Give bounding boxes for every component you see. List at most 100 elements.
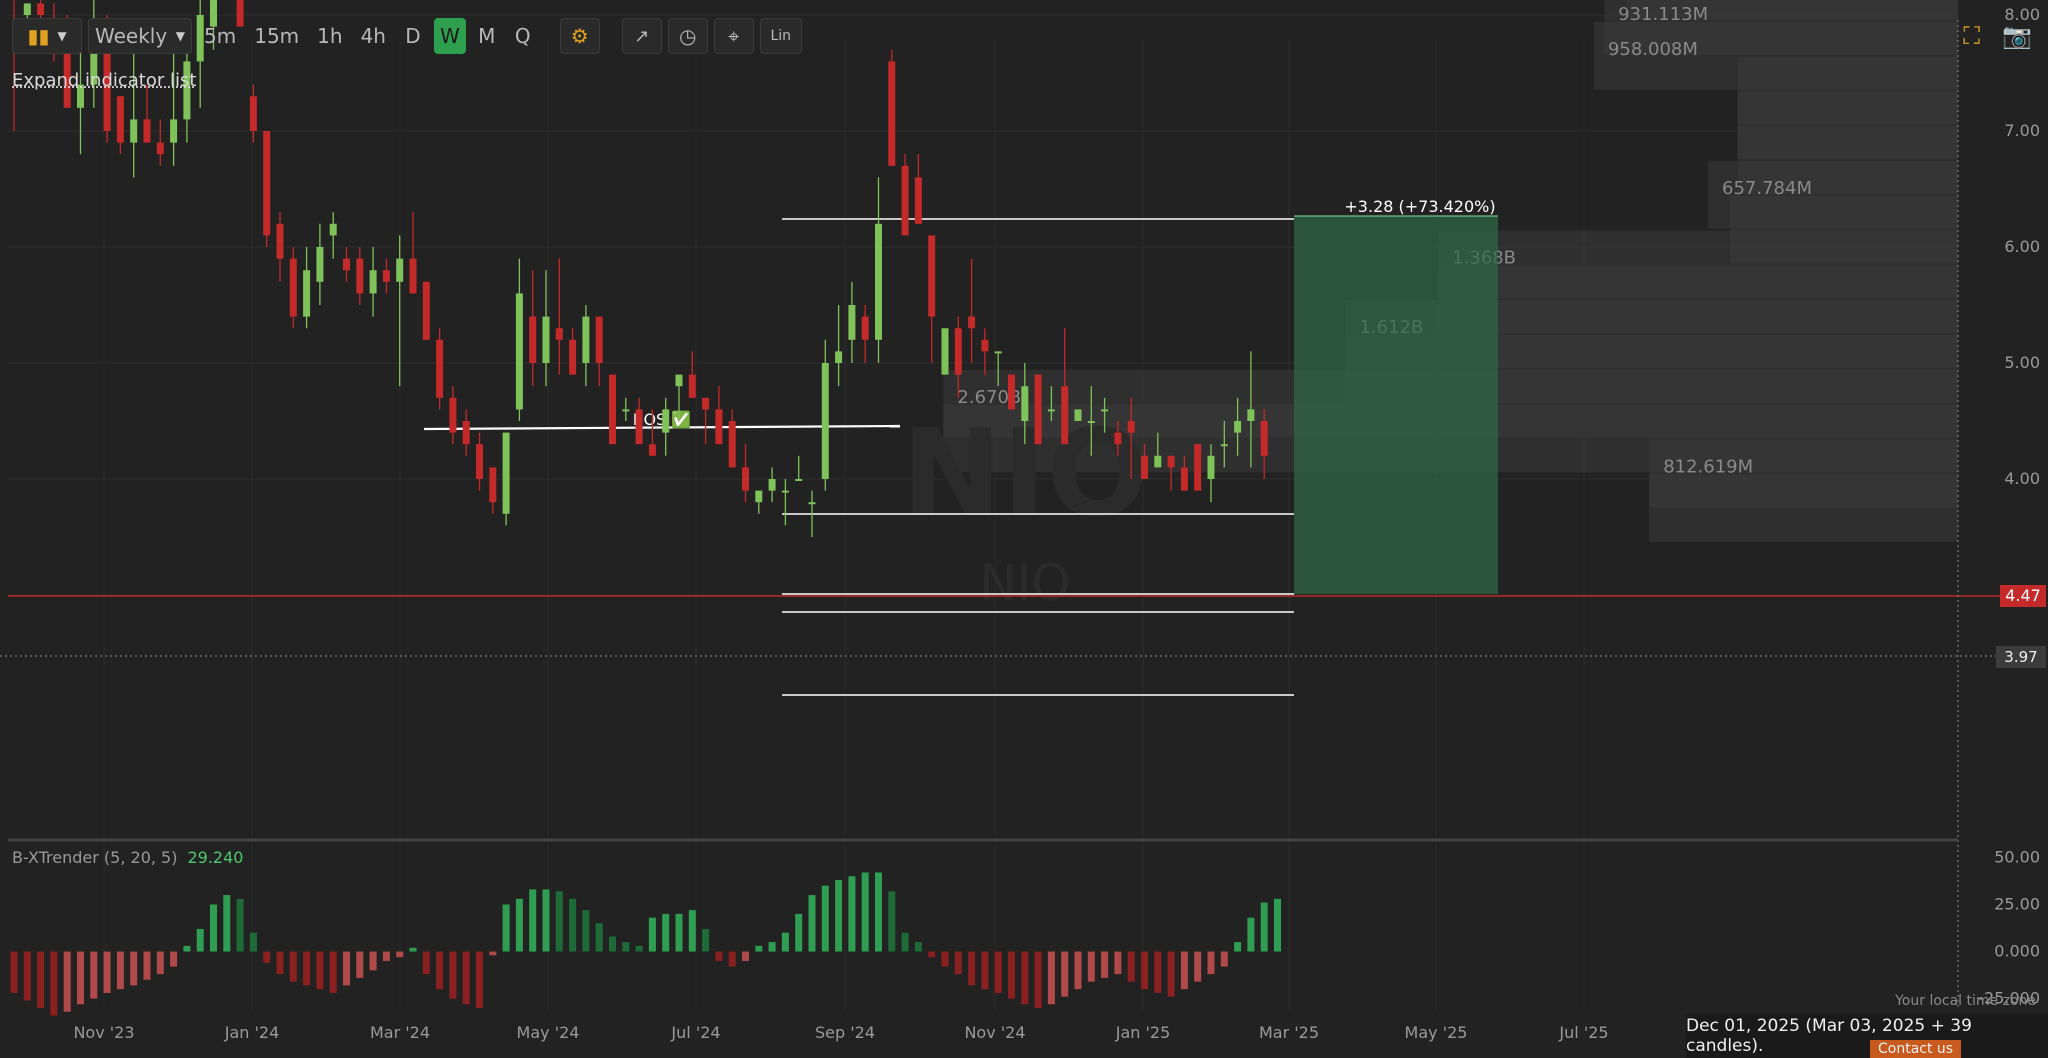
indicator-bar [1114, 951, 1122, 975]
camera-icon[interactable]: 📷 [2002, 22, 2032, 50]
indicator-bar [728, 951, 736, 967]
indicator-bar [555, 891, 563, 952]
fullscreen-icon[interactable]: ⛶ [1963, 22, 1980, 50]
expand-indicator-list-link[interactable]: Expand indicator list [12, 70, 196, 91]
indicator-bar [223, 895, 231, 952]
timeframe-weekly[interactable]: W [433, 18, 466, 54]
indicator-bar [542, 889, 550, 952]
candle-body [529, 316, 537, 363]
time-axis[interactable]: Nov '23 Jan '24 Mar '24 May '24 Jul '24 Sep '… [73, 1023, 1608, 1042]
contact-us-button[interactable]: Contact us [1870, 1040, 1962, 1058]
indicator-bar [449, 951, 457, 999]
indicator-bar [103, 951, 111, 993]
price-tick-label: 7.00 [2004, 121, 2040, 140]
timeframe-quarterly[interactable]: Q [508, 18, 538, 54]
candle-body [476, 444, 483, 479]
settings-button[interactable]: ⚙ [559, 18, 600, 54]
crosshair-button[interactable]: ⌖ [713, 18, 754, 54]
indicator-bar [582, 910, 590, 952]
indicator-bar [1141, 951, 1148, 990]
candle-body [1008, 374, 1015, 410]
candle-body [396, 258, 404, 282]
indicator-bar [781, 932, 789, 952]
indicator-name: B-XTrender (5, 20, 5) [12, 848, 178, 867]
candle-body [37, 3, 45, 16]
interval-select[interactable]: Weekly ▼ [88, 18, 192, 54]
candle-body [436, 339, 444, 398]
indicator-bar [609, 936, 616, 952]
indicator-bar [715, 951, 723, 961]
indicator-bar [210, 904, 217, 952]
indicator-bar [688, 910, 696, 952]
indicator-bar [1008, 951, 1015, 999]
indicator-bar [928, 951, 936, 958]
candle-body [515, 293, 523, 410]
candle-body [249, 96, 257, 131]
timeframe-daily[interactable]: D [398, 18, 428, 54]
candle-body [968, 316, 976, 329]
replay-button[interactable]: ◷ [667, 18, 708, 54]
crosshair-icon: ⌖ [728, 24, 740, 48]
crosshair-price-tag-text: 3.97 [2004, 648, 2037, 666]
measure-box[interactable] [1294, 216, 1498, 594]
candle-body [595, 316, 603, 363]
candle-body [1167, 455, 1175, 468]
indicator-bar [595, 923, 603, 952]
indicator-bar [382, 951, 390, 961]
candle-body [276, 223, 284, 259]
candle-body [1180, 467, 1188, 491]
indicator-bar [1260, 902, 1268, 952]
indicators-button[interactable]: ↗ [621, 18, 662, 54]
timeframe-1h[interactable]: 1h [311, 18, 348, 54]
time-zone-label[interactable]: Your local time zone [1895, 993, 2036, 1009]
candle-body [1061, 386, 1069, 445]
candle-body [609, 374, 616, 445]
candle-body [303, 270, 311, 317]
candle-body [848, 305, 856, 340]
indicator-bar [795, 913, 803, 952]
indicator-pane: 50.0025.000.000-25.000 [10, 847, 2040, 1016]
indicator-bar [502, 904, 510, 952]
candle-body [914, 177, 922, 224]
candle-body [116, 96, 124, 143]
indicator-bar [422, 951, 430, 975]
indicator-legend[interactable]: B-XTrender (5, 20, 5) 29.240 [12, 848, 243, 867]
indicator-bar [356, 951, 364, 978]
toolbar: ▮▮ ▼ Weekly ▼ 5m 15m 1h 4h D W M Q ⚙ ↗ ◷… [12, 16, 802, 56]
scale-toggle-label: Lin [770, 28, 792, 44]
indicator-bar [236, 898, 244, 952]
candle-body [1021, 386, 1029, 421]
indicator-bar [675, 913, 683, 952]
scale-toggle-button[interactable]: Lin [759, 18, 802, 54]
timeframe-5m[interactable]: 5m [198, 18, 242, 54]
candle-body [329, 223, 337, 236]
indicator-bar [622, 942, 630, 952]
indicator-value: 29.240 [187, 848, 244, 867]
indicator-bar [10, 951, 18, 993]
candle-body [622, 409, 630, 412]
indicator-bar [529, 889, 537, 952]
timeframe-monthly[interactable]: M [472, 18, 502, 54]
indicator-bar [515, 898, 523, 952]
indicator-bar [742, 951, 749, 961]
indicator-bar [755, 945, 763, 952]
candle-body [489, 467, 497, 503]
timeframe-15m[interactable]: 15m [248, 18, 305, 54]
price-axis[interactable]: 8.007.006.005.004.003.00 [2004, 5, 2040, 604]
price-tick-label: 4.00 [2004, 469, 2040, 488]
indicator-bar [116, 951, 124, 990]
indicator-bar [329, 951, 337, 993]
chart-type-button[interactable]: ▮▮ ▼ [12, 18, 82, 54]
candle-body [648, 444, 656, 456]
candle-body [1034, 374, 1042, 445]
indicator-bar [396, 951, 404, 958]
candle-body [1114, 432, 1122, 445]
candle-body [542, 316, 550, 363]
time-tick-label: May '25 [1405, 1023, 1468, 1042]
indicator-bar [183, 945, 191, 952]
chart-canvas[interactable]: 759.909M872.079M931.113M958.008M657.784M… [0, 0, 2048, 1058]
candle-body [795, 479, 803, 481]
indicator-bar [1061, 951, 1069, 997]
timeframe-4h[interactable]: 4h [355, 18, 392, 54]
candle-body [821, 363, 829, 479]
